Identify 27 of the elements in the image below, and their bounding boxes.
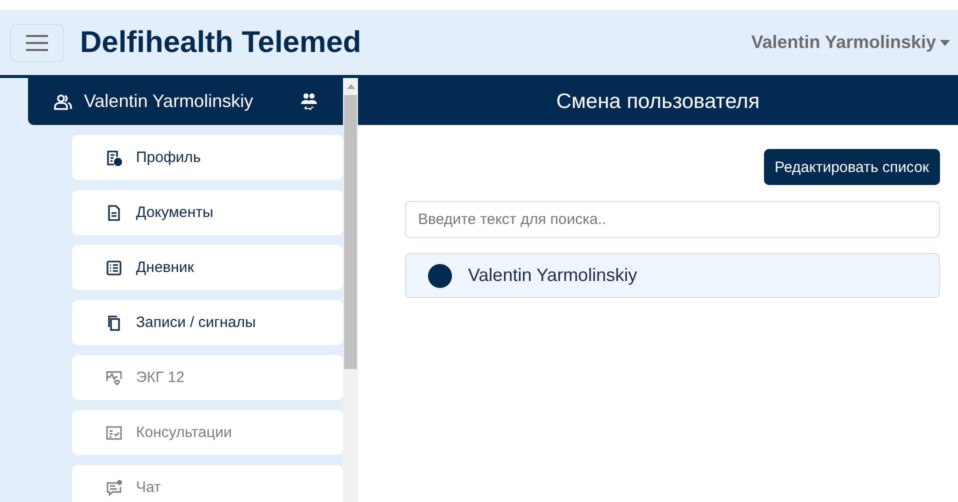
chat-icon <box>106 480 122 496</box>
scroll-up-icon[interactable] <box>346 84 354 89</box>
menu-button[interactable] <box>10 24 64 62</box>
document-icon <box>106 204 122 220</box>
caret-icon <box>940 40 950 46</box>
user-list-item[interactable]: Valentin Yarmolinskiy <box>405 253 940 298</box>
sidebar-item[interactable]: Записи / сигналы <box>72 300 343 345</box>
sidebar-item[interactable]: Профиль <box>72 135 343 180</box>
profile-document-icon <box>106 150 122 166</box>
list-icon <box>106 260 122 276</box>
sidebar-item[interactable]: Дневник <box>72 245 343 290</box>
user-menu[interactable]: Valentin Yarmolinskiy <box>751 32 950 53</box>
scrollbar-thumb[interactable] <box>344 95 357 369</box>
menu-icon <box>25 34 49 52</box>
copy-icon <box>106 314 122 330</box>
switch-users-icon[interactable] <box>299 92 319 112</box>
edit-list-button[interactable]: Редактировать список <box>764 149 940 185</box>
heart-chart-icon <box>106 370 122 386</box>
checklist-icon <box>106 424 122 440</box>
user-name: Valentin Yarmolinskiy <box>468 265 638 286</box>
panel-title: Смена пользователя <box>556 90 760 114</box>
search-field[interactable]: Введите текст для поиска.. <box>405 201 940 238</box>
scrollbar[interactable] <box>343 78 358 502</box>
users-icon <box>54 94 72 110</box>
sidebar-item[interactable]: Документы <box>72 190 343 235</box>
app-title: Delfihealth Telemed <box>80 26 362 60</box>
current-user-name: Valentin Yarmolinskiy <box>84 91 254 112</box>
